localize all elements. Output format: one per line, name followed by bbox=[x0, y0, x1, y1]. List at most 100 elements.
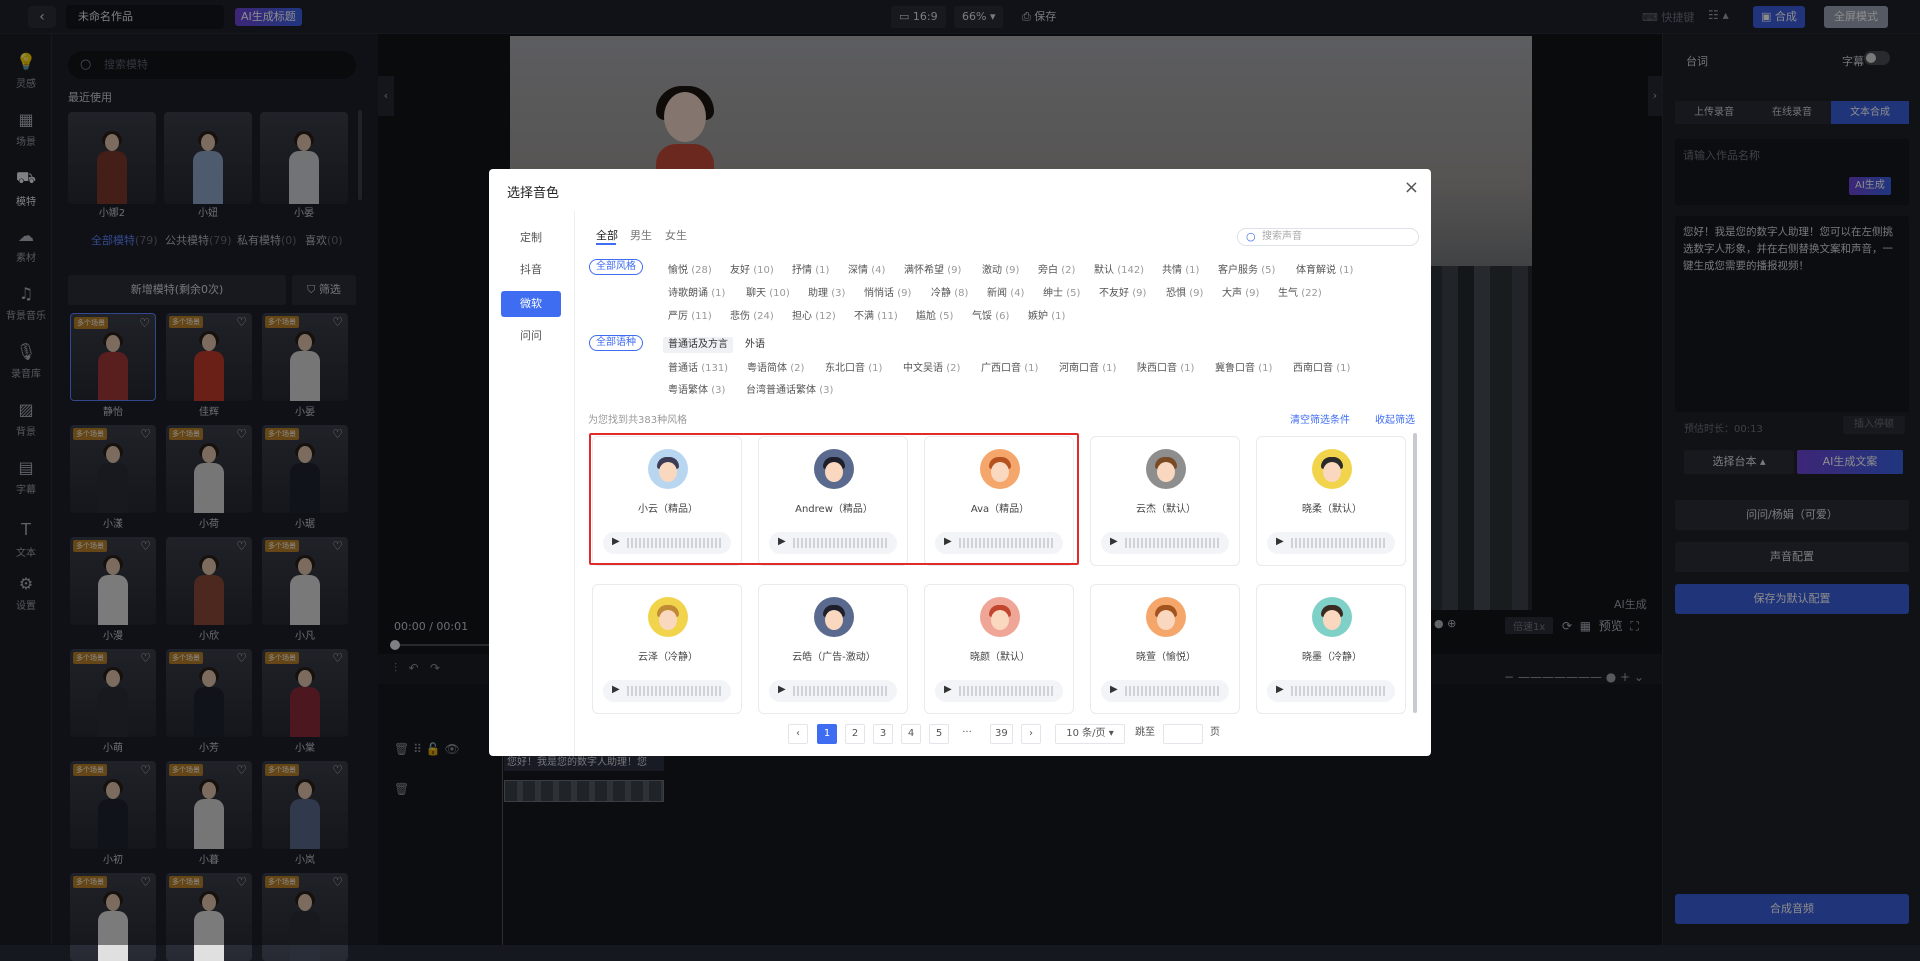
chip-label: 旁白 bbox=[1038, 265, 1058, 276]
page-button[interactable]: 3 bbox=[873, 724, 893, 744]
language-filter-chip[interactable]: 西南口音 (1) bbox=[1293, 359, 1350, 374]
style-filter-chip[interactable]: 共情 (1) bbox=[1162, 261, 1199, 276]
language-filter-chip[interactable]: 粤语繁体 (3) bbox=[668, 381, 725, 396]
voice-preview-player[interactable]: ▶ bbox=[1267, 680, 1395, 702]
voice-list-scrollbar[interactable] bbox=[1413, 433, 1417, 713]
chip-label: 客户服务 bbox=[1218, 265, 1258, 276]
voice-preview-player[interactable]: ▶ bbox=[1101, 680, 1229, 702]
play-icon[interactable]: ▶ bbox=[1276, 536, 1284, 547]
style-filter-chip[interactable]: 严厉 (11) bbox=[668, 307, 712, 322]
chip-label: 悄悄话 bbox=[864, 288, 894, 299]
close-icon[interactable]: × bbox=[1404, 177, 1419, 198]
lang-tab-mandarin[interactable]: 普通话及方言 bbox=[663, 337, 733, 353]
voice-card[interactable]: 云杰（默认） ▶ bbox=[1090, 436, 1240, 566]
style-filter-chip[interactable]: 诗歌朗诵 (1) bbox=[668, 284, 725, 299]
provider-custom[interactable]: 定制 bbox=[501, 225, 561, 251]
page-button[interactable]: 1 bbox=[817, 724, 837, 744]
play-icon[interactable]: ▶ bbox=[778, 684, 786, 695]
style-filter-chip[interactable]: 激动 (9) bbox=[982, 261, 1019, 276]
voice-search-input[interactable]: ○ 搜索声音 bbox=[1237, 228, 1419, 246]
voice-card[interactable]: 云泽（冷静） ▶ bbox=[592, 584, 742, 714]
language-filter-chip[interactable]: 河南口音 (1) bbox=[1059, 359, 1116, 374]
chip-count: (8) bbox=[954, 288, 969, 299]
style-filter-chip[interactable]: 愉悦 (28) bbox=[668, 261, 712, 276]
style-filter-chip[interactable]: 嫉妒 (1) bbox=[1028, 307, 1065, 322]
language-filter-chip[interactable]: 普通话 (131) bbox=[668, 359, 728, 374]
voice-preview-player[interactable]: ▶ bbox=[603, 680, 731, 702]
language-filter-chip[interactable]: 中文吴语 (2) bbox=[903, 359, 960, 374]
provider-douyin[interactable]: 抖音 bbox=[501, 257, 561, 283]
style-all-pill[interactable]: 全部风格 bbox=[589, 259, 643, 275]
chip-count: (1) bbox=[1051, 311, 1066, 322]
gender-tab-male[interactable]: 男生 bbox=[630, 227, 652, 243]
voice-card[interactable]: 晓墨（冷静） ▶ bbox=[1256, 584, 1406, 714]
play-icon[interactable]: ▶ bbox=[612, 684, 620, 695]
style-filter-chip[interactable]: 绅士 (5) bbox=[1043, 284, 1080, 299]
style-filter-chip[interactable]: 冷静 (8) bbox=[931, 284, 968, 299]
collapse-filters-link[interactable]: 收起筛选 bbox=[1375, 411, 1415, 426]
voice-card[interactable]: 晓萱（愉悦） ▶ bbox=[1090, 584, 1240, 714]
waveform bbox=[1291, 538, 1387, 548]
style-filter-chip[interactable]: 悄悄话 (9) bbox=[864, 284, 911, 299]
style-filter-chip[interactable]: 担心 (12) bbox=[792, 307, 836, 322]
voice-preview-player[interactable]: ▶ bbox=[1267, 532, 1395, 554]
voice-preview-player[interactable]: ▶ bbox=[1101, 532, 1229, 554]
style-filter-chip[interactable]: 不满 (11) bbox=[854, 307, 898, 322]
language-filter-chip[interactable]: 东北口音 (1) bbox=[825, 359, 882, 374]
language-filter-chip[interactable]: 台湾普通话繁体 (3) bbox=[746, 381, 833, 396]
style-filter-chip[interactable]: 满怀希望 (9) bbox=[904, 261, 961, 276]
lang-tab-foreign[interactable]: 外语 bbox=[740, 337, 770, 353]
waveform bbox=[959, 686, 1055, 696]
play-icon[interactable]: ▶ bbox=[944, 684, 952, 695]
style-filter-chip[interactable]: 气馁 (6) bbox=[972, 307, 1009, 322]
language-all-pill[interactable]: 全部语种 bbox=[589, 335, 643, 351]
chip-label: 默认 bbox=[1094, 265, 1114, 276]
jump-page-input[interactable] bbox=[1163, 724, 1203, 744]
play-icon[interactable]: ▶ bbox=[1110, 684, 1118, 695]
play-icon[interactable]: ▶ bbox=[1276, 684, 1284, 695]
style-filter-chip[interactable]: 大声 (9) bbox=[1222, 284, 1259, 299]
style-filter-chip[interactable]: 不友好 (9) bbox=[1099, 284, 1146, 299]
language-filter-chip[interactable]: 粤语简体 (2) bbox=[747, 359, 804, 374]
gender-tab-all[interactable]: 全部 bbox=[596, 227, 618, 243]
voice-preview-player[interactable]: ▶ bbox=[769, 680, 897, 702]
voice-card[interactable]: 晓颜（默认） ▶ bbox=[924, 584, 1074, 714]
clear-filters-link[interactable]: 清空筛选条件 bbox=[1290, 411, 1350, 426]
voice-card[interactable]: 晓柔（默认） ▶ bbox=[1256, 436, 1406, 566]
style-filter-chip[interactable]: 客户服务 (5) bbox=[1218, 261, 1275, 276]
page-size-select[interactable]: 10 条/页 ▾ bbox=[1055, 724, 1125, 744]
voice-avatar bbox=[648, 597, 688, 637]
style-filter-chip[interactable]: 聊天 (10) bbox=[746, 284, 790, 299]
prev-page-button[interactable]: ‹ bbox=[788, 724, 808, 744]
voice-preview-player[interactable]: ▶ bbox=[935, 680, 1063, 702]
language-filter-chip[interactable]: 广西口音 (1) bbox=[981, 359, 1038, 374]
chip-count: (5) bbox=[1066, 288, 1081, 299]
waveform bbox=[1125, 686, 1221, 696]
page-button[interactable]: 2 bbox=[845, 724, 865, 744]
style-filter-chip[interactable]: 默认 (142) bbox=[1094, 261, 1144, 276]
style-filter-chip[interactable]: 友好 (10) bbox=[730, 261, 774, 276]
page-button[interactable]: 4 bbox=[901, 724, 921, 744]
language-filter-chip[interactable]: 陕西口音 (1) bbox=[1137, 359, 1194, 374]
provider-microsoft[interactable]: 微软 bbox=[501, 291, 561, 317]
style-filter-chip[interactable]: 生气 (22) bbox=[1278, 284, 1322, 299]
style-filter-chip[interactable]: 新闻 (4) bbox=[987, 284, 1024, 299]
play-icon[interactable]: ▶ bbox=[1110, 536, 1118, 547]
language-filter-chip[interactable]: 冀鲁口音 (1) bbox=[1215, 359, 1272, 374]
style-filter-chip[interactable]: 尴尬 (5) bbox=[916, 307, 953, 322]
pagination-ellipsis[interactable]: ··· bbox=[957, 724, 977, 744]
voice-card[interactable]: 云皓（广告-激动） ▶ bbox=[758, 584, 908, 714]
page-button[interactable]: 5 bbox=[929, 724, 949, 744]
style-filter-chip[interactable]: 旁白 (2) bbox=[1038, 261, 1075, 276]
page-button[interactable]: 39 bbox=[990, 724, 1013, 744]
style-filter-chip[interactable]: 悲伤 (24) bbox=[730, 307, 774, 322]
style-filter-chip[interactable]: 体育解说 (1) bbox=[1296, 261, 1353, 276]
next-page-button[interactable]: › bbox=[1021, 724, 1041, 744]
provider-wenwen[interactable]: 问问 bbox=[501, 323, 561, 349]
style-filter-chip[interactable]: 抒情 (1) bbox=[792, 261, 829, 276]
style-filter-chip[interactable]: 恐惧 (9) bbox=[1166, 284, 1203, 299]
jump-label: 跳至 bbox=[1131, 724, 1159, 744]
style-filter-chip[interactable]: 助理 (3) bbox=[808, 284, 845, 299]
style-filter-chip[interactable]: 深情 (4) bbox=[848, 261, 885, 276]
gender-tab-female[interactable]: 女生 bbox=[665, 227, 687, 243]
